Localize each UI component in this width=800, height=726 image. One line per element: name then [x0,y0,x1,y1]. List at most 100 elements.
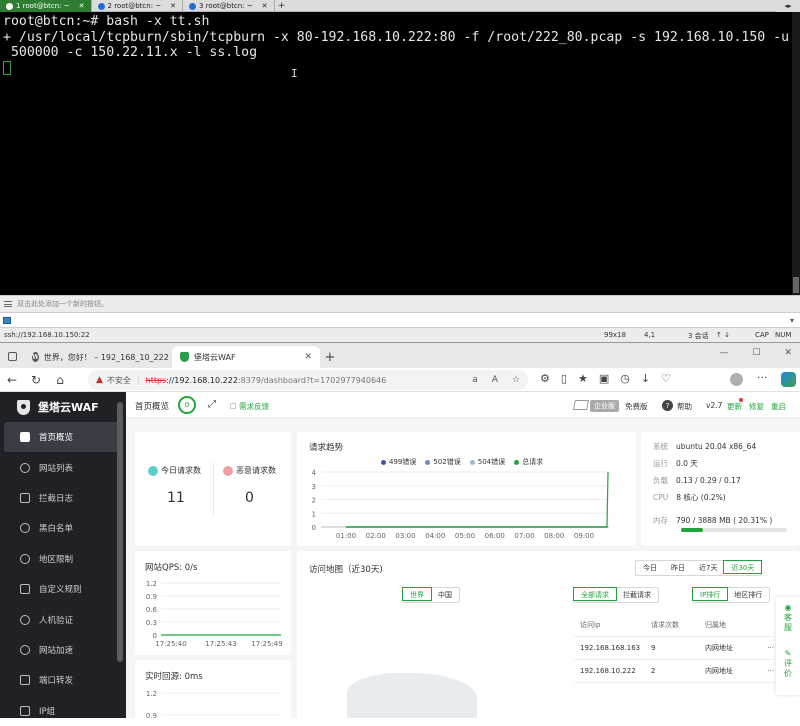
favorites-icon[interactable]: ★ [578,372,588,385]
browser-tab-wordpress[interactable]: W 世界，您好！ – 192_168_10_222 [24,346,172,368]
ip-cell: 192.168.168.163 [580,644,641,652]
terminal-tab-3[interactable]: 3 root@btcn: ~ ✕ [183,0,275,12]
favorite-star-icon[interactable]: ☆ [512,375,520,385]
reload-icon[interactable]: ↻ [24,373,48,387]
terminal-output[interactable]: root@btcn:~# bash -x tt.sh + /usr/local/t… [0,12,800,295]
close-icon[interactable]: ✕ [170,2,176,10]
downloads-icon[interactable]: ↓ [641,372,650,385]
collections-icon[interactable]: ▣ [599,372,609,385]
sidebar-item-block-log[interactable]: 拦截日志 [0,483,126,513]
filter-all[interactable]: 全部请求 [573,587,617,601]
close-icon[interactable]: ✕ [262,2,268,10]
sidebar-item-dashboard[interactable]: 首页概览 [4,422,122,453]
row-value: 0.13 / 0.29 / 0.17 [676,476,741,485]
sidebar-item-blacklist[interactable]: 黑白名单 [0,513,126,543]
rank-region[interactable]: 地区排行 [727,588,769,602]
extensions-icon[interactable]: ⚙ [540,372,550,385]
sidebar-scrollbar[interactable] [117,402,123,662]
back-icon[interactable]: ← [0,373,24,387]
filter-blocked[interactable]: 拦截请求 [616,588,658,602]
close-icon[interactable]: ✕ [304,352,312,362]
close-icon[interactable]: ✕ [784,348,792,358]
scope-world[interactable]: 世界 [402,587,432,601]
new-tab-icon[interactable]: + [320,346,340,368]
home-icon[interactable]: ⌂ [48,373,72,387]
tab-actions-icon[interactable] [0,344,24,368]
text-size-icon[interactable]: A [492,375,498,385]
request-trend-card: 请求趋势 499错误 502错误 504错误 总请求 0 1 2 3 4 01:00 02:00 0… [297,432,636,546]
x-tick-label: 17:25:40 [155,640,186,648]
sidebar-item-port-forward[interactable]: 端口转发 [0,665,126,695]
history-icon[interactable]: ◷ [620,372,630,385]
command-input-bar[interactable]: ▾ [0,312,800,328]
terminal-scrollbar[interactable] [792,12,800,295]
profile-avatar[interactable] [730,373,743,386]
customer-service-button[interactable]: ◉ 客服 [781,603,795,633]
performance-icon[interactable]: ♡ [661,372,671,385]
terminal-tab-2[interactable]: 2 root@btcn: ~ ✕ [92,0,184,12]
url-field[interactable]: ▲ 不安全 | https://192.168.10.222:8379/dash… [88,370,528,390]
security-label[interactable]: 不安全 [107,375,131,386]
today-requests-label: 今日请求数 [148,465,201,476]
update-link[interactable]: 更新 [727,401,742,412]
scope-china[interactable]: 中国 [431,588,459,602]
restart-link[interactable]: 重启 [771,401,786,412]
quick-button-bar[interactable]: 双击此处添加一个新的按钮。 [0,295,800,312]
support-dock: ◉ 客服 ✎ 评价 [776,597,800,695]
dock-label: 客服 [784,613,792,632]
rank-ip[interactable]: IP排行 [692,587,729,601]
world-map[interactable] [347,673,477,718]
sidebar-item-region[interactable]: 地区限制 [0,544,126,574]
enterprise-badge[interactable]: 企业版 [590,400,619,412]
add-tab-icon[interactable]: + [275,0,289,12]
ssh-address: ssh://192.168.10.150:22 [4,331,90,339]
terminal-tab-1[interactable]: 1 root@btcn: ~ ✕ [0,0,92,12]
chevron-down-icon[interactable]: ▾ [790,316,794,325]
time-range-selector: 今日 昨日 近7天 近30天 [635,560,763,576]
row-actions-icon[interactable]: ··· [760,667,774,675]
sidebar-item-sites[interactable]: 网站列表 [0,452,126,482]
help-icon[interactable]: ? [662,400,673,411]
browser-window-controls[interactable]: — ☐ ✕ [719,348,792,358]
range-today[interactable]: 今日 [636,561,664,575]
sidebar-item-captcha[interactable]: 人机验证 [0,604,126,634]
sidebar-item-ip-group[interactable]: IP组 [0,696,126,726]
range-7days[interactable]: 近7天 [692,561,724,575]
x-tick-label: 17:25:49 [251,640,282,648]
split-screen-icon[interactable]: ▯ [561,372,567,385]
warning-icon[interactable]: ▲ [96,375,103,385]
fullscreen-icon[interactable]: ⤢ [208,399,216,410]
help-link[interactable]: 帮助 [677,401,692,412]
arrow-buttons[interactable]: ↑ ↓ [716,331,730,339]
y-tick-label: 1.2 [146,690,157,698]
more-menu-icon[interactable]: ··· [757,371,768,384]
browser-tab-waf[interactable]: 堡塔云WAF ✕ [172,346,320,368]
y-tick-label: 0.9 [146,712,157,718]
minimize-icon[interactable]: — [719,348,728,358]
range-yesterday[interactable]: 昨日 [664,561,692,575]
y-tick-label: 2 [312,497,316,505]
feedback-link[interactable]: 需求反馈 [230,401,269,412]
sidebar-item-acceleration[interactable]: 网站加速 [0,635,126,665]
globe-icon [20,462,30,473]
window-controls[interactable]: ◂▸ [776,0,800,12]
row-actions-icon[interactable]: ··· [760,644,774,652]
terminal-line: 500000 -c 150.22.11.x -l ss.log [3,45,258,60]
speed-icon [20,644,30,655]
repair-link[interactable]: 修复 [749,401,764,412]
status-count-ring[interactable]: 0 [178,396,196,414]
edit-icon: ✎ [784,649,792,658]
scroll-thumb[interactable] [793,277,799,293]
menu-icon[interactable] [4,301,12,307]
url-separator: | [136,375,140,385]
copilot-icon[interactable] [781,372,796,387]
sidebar-item-label: 网站加速 [39,645,74,656]
maximize-icon[interactable]: ☐ [752,348,760,358]
label-text: 恶意请求数 [236,466,276,475]
range-30days[interactable]: 近30天 [723,560,763,574]
read-aloud-icon[interactable]: a [472,375,478,385]
rating-button[interactable]: ✎ 评价 [781,649,795,679]
sidebar-item-custom-rules[interactable]: 自定义规则 [0,574,126,604]
close-icon[interactable]: ✕ [79,2,85,10]
terminal-tab-bar: 1 root@btcn: ~ ✕ 2 root@btcn: ~ ✕ 3 root@b… [0,0,800,12]
